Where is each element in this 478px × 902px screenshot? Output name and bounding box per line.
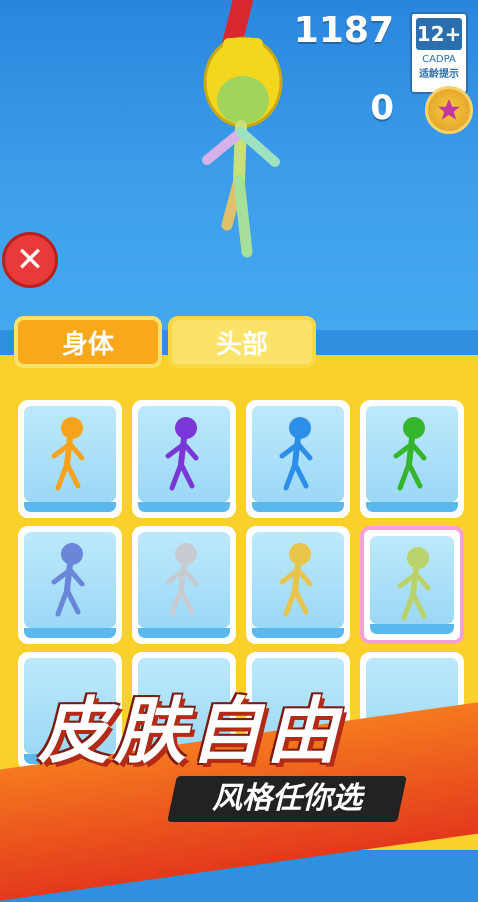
skin-card[interactable] — [246, 526, 350, 644]
age-rating-org: CADPA — [422, 54, 456, 65]
promo-subtitle: 风格任你选 — [212, 781, 362, 816]
stickman-icon — [165, 543, 199, 617]
tab-head[interactable]: 头部 — [168, 316, 316, 368]
close-icon: ✕ — [15, 240, 45, 280]
score-counter: 1187 — [293, 10, 394, 51]
skin-card[interactable] — [18, 526, 122, 644]
stickman-icon — [51, 543, 85, 617]
stickman-icon — [165, 417, 199, 491]
coin-counter: 0 — [370, 88, 394, 128]
stickman-icon — [51, 417, 85, 491]
stickman-icon — [279, 417, 313, 491]
skin-card[interactable] — [18, 400, 122, 518]
skin-card-base — [138, 502, 230, 512]
tab-body-label: 身体 — [61, 329, 114, 360]
stickman-icon — [397, 547, 431, 621]
skin-card-base — [366, 502, 458, 512]
tab-body[interactable]: 身体 — [14, 316, 162, 368]
promo-subtitle-box: 风格任你选 — [167, 776, 407, 822]
stickman-icon — [393, 417, 427, 491]
tab-head-label: 头部 — [215, 329, 268, 360]
skin-card[interactable] — [132, 400, 236, 518]
close-button[interactable]: ✕ — [2, 232, 58, 288]
skin-card[interactable] — [360, 526, 464, 644]
skin-card[interactable] — [360, 400, 464, 518]
stickman-icon — [279, 543, 313, 617]
skin-card-base — [24, 628, 116, 638]
skin-card-base — [252, 628, 344, 638]
skin-card[interactable] — [246, 400, 350, 518]
skin-card[interactable] — [132, 526, 236, 644]
skin-card-base — [252, 502, 344, 512]
star-coin-icon — [425, 86, 473, 134]
skin-card-base — [24, 502, 116, 512]
age-rating-badge: 12+ CADPA 适龄提示 — [410, 12, 468, 94]
promo-title: 皮肤自由 — [38, 689, 343, 773]
age-rating-number: 12+ — [416, 18, 462, 50]
skin-card-base — [138, 628, 230, 638]
age-rating-tip: 适龄提示 — [419, 69, 459, 80]
player-character — [202, 36, 283, 258]
